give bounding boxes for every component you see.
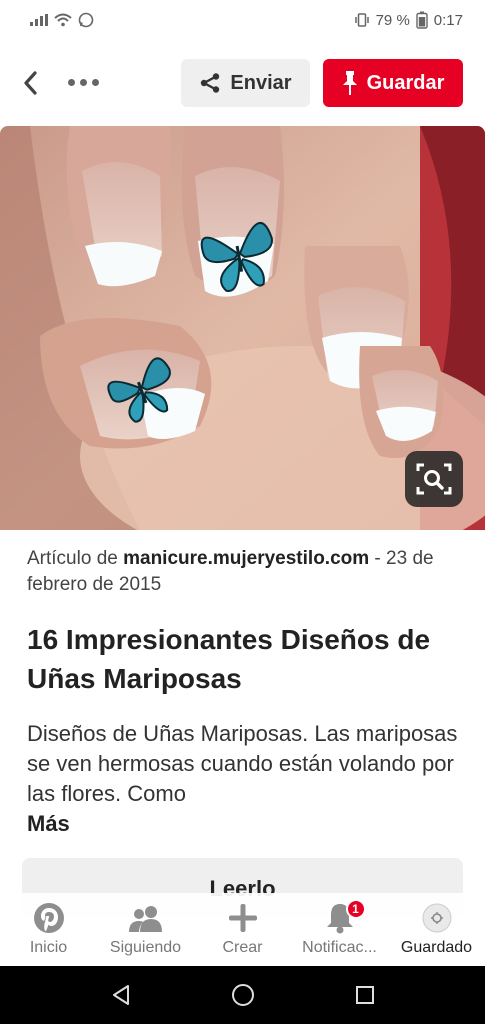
description-text: Diseños de Uñas Mariposas. Las mariposas… [27,721,458,806]
battery-percent: 79 % [375,11,410,29]
ellipsis-icon [80,78,87,86]
tab-create[interactable]: Crear [197,901,289,957]
wifi-icon [54,13,72,27]
pin-description: Diseños de Uñas Mariposas. Las mariposas… [27,719,467,839]
whatsapp-icon [78,12,94,28]
pin-icon [342,71,357,95]
clock: 0:17 [433,11,463,29]
status-bar: 79 % 0:17 [0,0,485,40]
chevron-left-icon [24,71,37,95]
tab-following-label: Siguiendo [109,939,182,956]
share-label: Enviar [230,71,292,94]
back-triangle-icon[interactable] [109,983,133,1007]
source-link[interactable]: manicure.mujeryestilo.com [123,548,369,569]
home-circle-icon[interactable] [230,982,256,1008]
pin-title: 16 Impresionantes Diseños de Uñas Maripo… [27,624,431,694]
tab-notifications[interactable]: 1 Notificac... [294,899,386,957]
status-right: 79 % 0:17 [354,11,463,29]
visual-search-icon [416,463,452,495]
notification-badge: 1 [345,899,366,919]
people-icon [128,901,164,935]
tab-following[interactable]: Siguiendo [100,901,192,957]
save-label: Guardar [366,71,445,94]
attribution-prefix: Artículo de [27,548,124,569]
more-options-button[interactable] [68,70,99,94]
pin-attribution: Artículo de manicure.mujeryestilo.com - … [27,546,467,598]
tab-notifications-label: Notificac... [302,939,377,956]
signal-icon [30,14,48,26]
profile-icon [419,901,455,935]
plus-icon [225,901,261,935]
visual-search-button[interactable] [405,451,463,507]
system-navigation-bar [0,966,485,1024]
battery-icon [416,11,428,29]
status-left [30,12,94,28]
save-button[interactable]: Guardar [323,59,463,107]
ellipsis-icon [92,78,99,86]
tab-create-label: Crear [222,939,263,956]
ellipsis-icon [68,78,75,86]
tab-saved[interactable]: Guardado [391,901,483,957]
back-button[interactable] [18,68,42,98]
tab-home-label: Inicio [29,939,68,956]
pinterest-icon [31,901,67,935]
more-link[interactable]: Más [27,809,467,839]
share-icon [201,73,220,93]
tab-saved-label: Guardado [400,939,473,956]
recents-square-icon[interactable] [354,984,376,1006]
pin-header: Enviar Guardar [0,40,485,126]
share-button[interactable]: Enviar [181,59,310,107]
tab-home[interactable]: Inicio [3,901,95,957]
bottom-tab-bar: Inicio Siguiendo Crear 1 Notificac... Gu… [0,893,485,966]
vibrate-icon [354,13,369,27]
